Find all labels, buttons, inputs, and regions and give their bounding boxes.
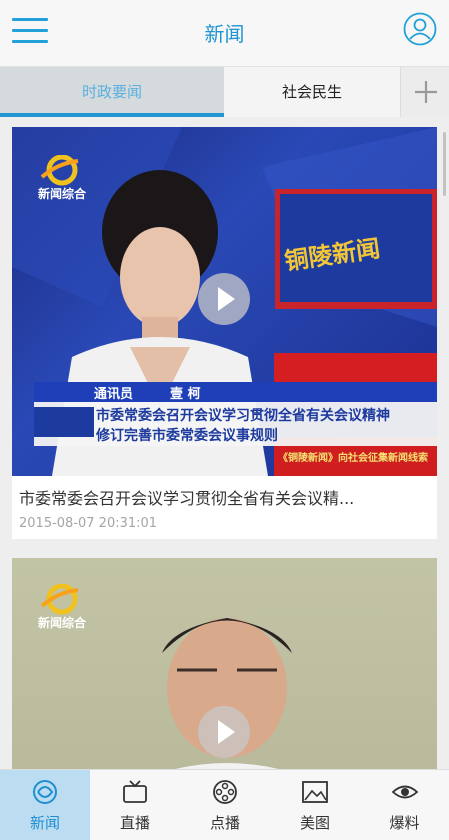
channel-logo-text: 新闻综合 xyxy=(38,187,87,201)
nav-label: 爆料 xyxy=(389,814,420,832)
tab-society[interactable]: 社会民生 xyxy=(224,67,400,117)
top-bar: 新闻 xyxy=(0,0,449,67)
tab-politics[interactable]: 时政要闻 xyxy=(0,67,224,117)
tab-label: 时政要闻 xyxy=(81,83,142,101)
news-timestamp: 2015-08-07 20:31:01 xyxy=(19,516,158,531)
caption-headline-line2: 修订完善市委常委会议事规则 xyxy=(96,428,278,444)
film-reel-icon xyxy=(213,780,237,804)
play-button[interactable] xyxy=(198,273,250,325)
nav-label: 点播 xyxy=(209,814,240,832)
plus-icon xyxy=(415,81,437,103)
nav-label: 新闻 xyxy=(29,814,60,832)
nav-live[interactable]: 直播 xyxy=(90,770,180,840)
caption-headline-line1: 市委常委会召开会议学习贯彻全省有关会议精神 xyxy=(96,408,390,424)
channel-logo: 新闻综合 xyxy=(38,583,98,634)
channel-logo: 新闻综合 xyxy=(38,154,98,205)
bottom-navigation: 新闻 直播 点播 美图 爆料 xyxy=(0,769,449,840)
channel-logo-icon xyxy=(40,154,79,186)
play-button[interactable] xyxy=(198,706,250,758)
news-icon xyxy=(33,780,57,804)
add-tab-button[interactable] xyxy=(400,67,449,117)
nav-label: 直播 xyxy=(119,814,150,832)
reporter-label: 通讯员 xyxy=(94,387,134,402)
news-card[interactable]: 新闻综合 铜陵新闻 通讯员 壹 柯 市委常委会召开会议学习贯彻全省有关会议精神 … xyxy=(12,127,437,539)
channel-logo-text: 新闻综合 xyxy=(38,616,87,630)
picture-icon xyxy=(302,781,328,803)
tab-label: 社会民生 xyxy=(281,83,342,101)
video-thumbnail[interactable]: 新闻综合 铜陵新闻 通讯员 壹 柯 市委常委会召开会议学习贯彻全省有关会议精神 … xyxy=(12,127,437,476)
scrollbar[interactable] xyxy=(443,132,446,196)
video-thumbnail[interactable]: 新闻综合 xyxy=(12,558,437,769)
page-title: 新闻 xyxy=(204,22,245,46)
nav-tipoff[interactable]: 爆料 xyxy=(360,770,449,840)
channel-logo-icon xyxy=(40,583,79,615)
news-title[interactable]: 市委常委会召开会议学习贯彻全省有关会议精... xyxy=(19,485,431,509)
nav-label: 美图 xyxy=(299,814,330,832)
nav-gallery[interactable]: 美图 xyxy=(270,770,360,840)
news-card[interactable]: 新闻综合 xyxy=(12,558,437,769)
eye-icon xyxy=(391,785,419,799)
category-tabs: 时政要闻 社会民生 xyxy=(0,67,449,117)
nav-vod[interactable]: 点播 xyxy=(180,770,270,840)
reporter-name: 壹 柯 xyxy=(170,387,201,402)
nav-news[interactable]: 新闻 xyxy=(0,770,90,840)
user-icon[interactable] xyxy=(403,12,437,46)
bottom-ticker: 《铜陵新闻》向社会征集新闻线索 xyxy=(278,453,428,464)
tv-icon xyxy=(123,780,147,803)
news-feed: 新闻综合 铜陵新闻 通讯员 壹 柯 市委常委会召开会议学习贯彻全省有关会议精神 … xyxy=(0,117,449,769)
